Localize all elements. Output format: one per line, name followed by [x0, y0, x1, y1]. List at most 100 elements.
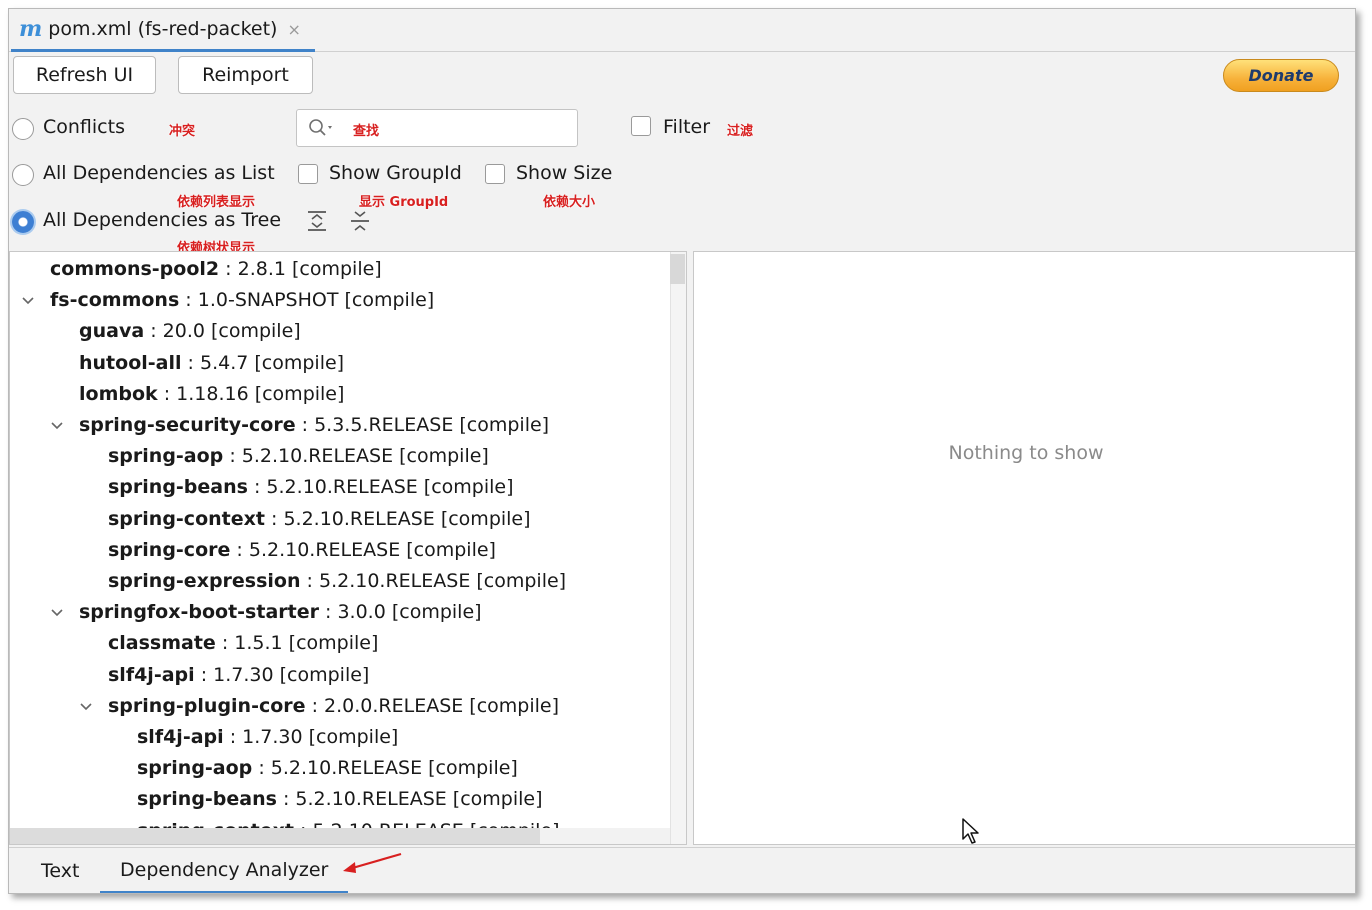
artifact-version: : 5.3.5.RELEASE [compile]	[295, 414, 550, 436]
artifact-version: : 1.7.30 [compile]	[194, 663, 370, 686]
chevron-down-icon[interactable]	[78, 699, 94, 715]
tree-node[interactable]: spring-security-core : 5.3.5.RELEASE [co…	[79, 410, 549, 440]
tree-node[interactable]: spring-plugin-core : 2.0.0.RELEASE [comp…	[108, 691, 559, 721]
artifact-version: : 20.0 [compile]	[144, 320, 301, 343]
artifact-version: : 3.0.0 [compile]	[318, 601, 482, 624]
chevron-down-icon[interactable]	[49, 418, 65, 434]
tree-node[interactable]: springfox-boot-starter : 3.0.0 [compile]	[79, 597, 482, 627]
tab-pom-xml[interactable]: m pom.xml (fs-red-packet) ×	[11, 9, 315, 52]
tab-dependency-analyzer[interactable]: Dependency Analyzer	[100, 848, 349, 893]
artifact-version: : 1.7.30 [compile]	[223, 726, 399, 748]
tree-node[interactable]: fs-commons : 1.0-SNAPSHOT [compile]	[50, 285, 434, 315]
reimport-button[interactable]: Reimport	[178, 56, 313, 94]
artifact-name: lombok	[79, 382, 158, 405]
artifact-name: guava	[79, 320, 145, 343]
artifact-version: : 5.4.7 [compile]	[181, 351, 345, 374]
artifact-name: slf4j-api	[108, 663, 195, 686]
artifact-name: commons-pool2	[50, 258, 220, 280]
artifact-version: : 2.0.0.RELEASE [compile]	[305, 694, 560, 717]
conflicts-radio[interactable]	[12, 118, 34, 140]
maven-file-icon: m	[19, 16, 43, 42]
collapse-all-icon[interactable]	[348, 209, 372, 233]
mouse-cursor-icon	[962, 818, 979, 844]
expand-all-icon[interactable]	[305, 209, 329, 233]
tab-text[interactable]: Text	[21, 848, 99, 893]
show-size-annotation: 依赖大小	[543, 195, 596, 210]
chevron-down-icon[interactable]	[20, 293, 36, 309]
red-arrow-annotation-icon	[343, 852, 402, 873]
artifact-name: spring-aop	[108, 445, 224, 468]
pom-editor-window: m pom.xml (fs-red-packet) × Refresh UI R…	[8, 8, 1356, 894]
show-groupid-label: Show GroupId	[329, 162, 462, 184]
artifact-name: spring-plugin-core	[108, 694, 306, 717]
conflicts-annotation: 冲突	[169, 124, 196, 139]
tree-node[interactable]: spring-beans : 5.2.10.RELEASE [compile]	[137, 784, 543, 814]
tree-node[interactable]: spring-aop : 5.2.10.RELEASE [compile]	[137, 753, 518, 783]
tree-node[interactable]: hutool-all : 5.4.7 [compile]	[79, 348, 344, 378]
list-view-annotation: 依赖列表显示	[177, 195, 256, 210]
filter-label: Filter	[663, 116, 711, 138]
dependency-detail-pane: Nothing to show	[693, 251, 1355, 845]
artifact-version: : 5.2.10.RELEASE [compile]	[264, 507, 531, 530]
artifact-version: : 5.2.10.RELEASE [compile]	[247, 476, 514, 499]
tree-node[interactable]: spring-context : 5.2.10.RELEASE [compile…	[108, 504, 531, 534]
vertical-scrollbar[interactable]	[670, 252, 686, 844]
artifact-version: : 5.2.10.RELEASE [compile]	[223, 445, 489, 468]
tree-view-label: All Dependencies as Tree	[43, 209, 282, 231]
editor-tab-bar: m pom.xml (fs-red-packet) ×	[9, 9, 1355, 52]
chevron-down-icon[interactable]	[49, 605, 65, 621]
refresh-ui-button[interactable]: Refresh UI	[13, 56, 156, 94]
artifact-version: : 5.2.10.RELEASE [compile]	[300, 570, 567, 592]
bottom-tab-bar: Text Dependency Analyzer	[9, 847, 1355, 893]
artifact-name: spring-security-core	[79, 414, 296, 436]
close-icon[interactable]: ×	[287, 20, 300, 39]
tree-node[interactable]: spring-expression : 5.2.10.RELEASE [comp…	[108, 566, 566, 596]
list-view-radio[interactable]	[12, 164, 34, 186]
artifact-name: spring-expression	[108, 570, 301, 592]
tab-title: pom.xml (fs-red-packet)	[48, 18, 278, 40]
artifact-name: spring-beans	[108, 476, 248, 499]
artifact-name: spring-core	[108, 538, 231, 561]
donate-button[interactable]: Donate	[1223, 59, 1339, 92]
tree-node[interactable]: commons-pool2 : 2.8.1 [compile]	[50, 254, 382, 284]
tree-node[interactable]: spring-core : 5.2.10.RELEASE [compile]	[108, 535, 496, 565]
artifact-name: fs-commons	[50, 289, 180, 312]
horizontal-scrollbar-thumb[interactable]	[10, 828, 540, 844]
search-annotation: 查找	[353, 124, 380, 139]
list-view-label: All Dependencies as List	[43, 162, 275, 184]
artifact-version: : 1.0-SNAPSHOT [compile]	[179, 289, 435, 312]
empty-message: Nothing to show	[948, 442, 1104, 464]
artifact-version: : 1.5.1 [compile]	[215, 632, 379, 655]
dependency-tree[interactable]: commons-pool2 : 2.8.1 [compile] fs-common…	[9, 251, 687, 845]
artifact-name: slf4j-api	[137, 726, 224, 748]
tree-node[interactable]: spring-beans : 5.2.10.RELEASE [compile]	[108, 472, 514, 502]
search-icon	[309, 119, 332, 136]
show-groupid-annotation: 显示 GroupId	[359, 195, 449, 210]
tree-node[interactable]: spring-aop : 5.2.10.RELEASE [compile]	[108, 441, 489, 471]
artifact-name: hutool-all	[79, 351, 182, 374]
tree-node[interactable]: lombok : 1.18.16 [compile]	[79, 379, 344, 409]
artifact-name: classmate	[108, 632, 216, 655]
artifact-version: : 5.2.10.RELEASE [compile]	[276, 788, 543, 811]
tree-node[interactable]: guava : 20.0 [compile]	[79, 316, 301, 346]
tree-node[interactable]: classmate : 1.5.1 [compile]	[108, 628, 378, 658]
vertical-scrollbar-thumb[interactable]	[670, 254, 685, 284]
search-input[interactable]	[296, 109, 578, 147]
artifact-name: spring-context	[108, 507, 265, 530]
show-size-label: Show Size	[516, 162, 613, 184]
conflicts-label: Conflicts	[43, 116, 125, 138]
artifact-name: spring-beans	[137, 788, 277, 811]
artifact-name: spring-aop	[137, 757, 253, 780]
filter-checkbox[interactable]	[631, 116, 651, 136]
show-size-checkbox[interactable]	[485, 164, 505, 184]
tree-node[interactable]: slf4j-api : 1.7.30 [compile]	[108, 660, 369, 690]
tree-node[interactable]: slf4j-api : 1.7.30 [compile]	[137, 722, 398, 752]
artifact-version: : 1.18.16 [compile]	[157, 382, 345, 405]
artifact-version: : 5.2.10.RELEASE [compile]	[230, 538, 496, 561]
artifact-name: springfox-boot-starter	[79, 601, 319, 624]
artifact-version: : 5.2.10.RELEASE [compile]	[252, 757, 518, 780]
show-groupid-checkbox[interactable]	[298, 164, 318, 184]
artifact-version: : 2.8.1 [compile]	[219, 258, 382, 280]
tree-view-radio[interactable]	[12, 211, 34, 233]
filter-annotation: 过滤	[727, 124, 754, 139]
